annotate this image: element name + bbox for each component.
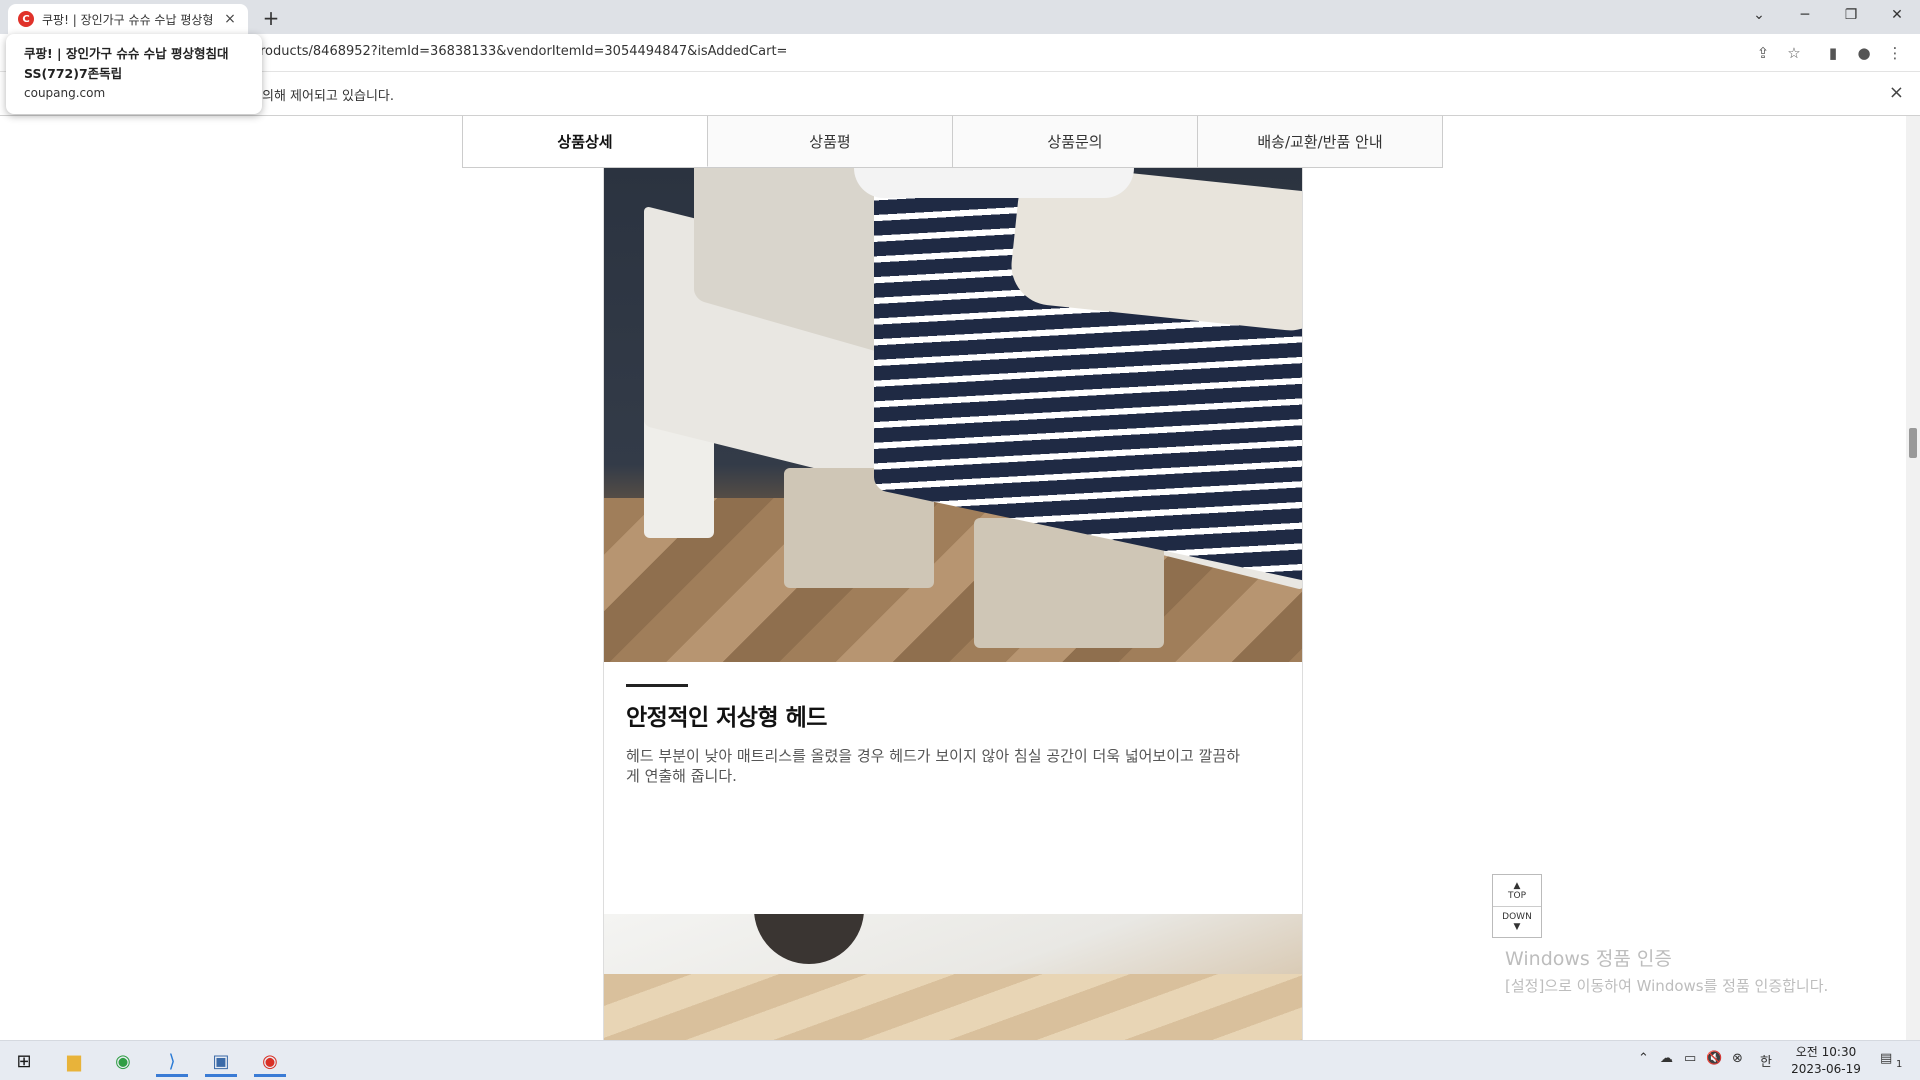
scroll-thumb[interactable] xyxy=(1909,428,1917,458)
windows-taskbar: ⊞ ▆ ◉ ⟩ ▣ ◉ ⌃ ☁ ▭ 🔇 ⊗ 한 오전 10:30 2023-06… xyxy=(0,1040,1920,1080)
coupang-favicon-icon: C xyxy=(18,11,34,27)
product-detail-content: 안정적인 저상형 헤드 헤드 부분이 낮아 매트리스를 올렸을 경우 헤드가 보… xyxy=(603,168,1303,1040)
floor-product-image xyxy=(604,914,1302,1040)
network-icon[interactable]: ▭ xyxy=(1684,1051,1696,1066)
tab-title: 쿠팡! | 장인가구 슈슈 수납 평상형 xyxy=(42,12,214,27)
tab-close-icon[interactable]: × xyxy=(222,11,238,27)
scroll-top-button[interactable]: ▲ TOP xyxy=(1493,875,1541,906)
scroll-down-button[interactable]: DOWN ▼ xyxy=(1493,906,1541,937)
section-description: 헤드 부분이 낮아 매트리스를 올렸을 경우 헤드가 보이지 않아 침실 공간이… xyxy=(626,747,1240,785)
infobar-close-icon[interactable]: × xyxy=(1889,82,1904,103)
minimize-button[interactable]: ─ xyxy=(1782,0,1828,30)
arrow-up-icon: ▲ xyxy=(1513,880,1521,891)
infobar-message: 의해 제어되고 있습니다. xyxy=(262,89,394,104)
notification-count: 1 xyxy=(1896,1059,1903,1070)
file-explorer-icon[interactable]: ▆ xyxy=(54,1045,94,1077)
browser-tab-strip: C 쿠팡! | 장인가구 슈슈 수납 평상형 × + ⌄ ─ ❐ ✕ xyxy=(0,0,1920,34)
close-window-button[interactable]: ✕ xyxy=(1874,0,1920,30)
system-clock[interactable]: 오전 10:30 2023-06-19 xyxy=(1790,1044,1862,1078)
app-window-icon[interactable]: ▣ xyxy=(201,1045,241,1077)
ime-indicator[interactable]: 한 xyxy=(1760,1051,1772,1070)
side-panel-icon[interactable]: ▮ xyxy=(1822,42,1844,64)
share-icon[interactable]: ⇪ xyxy=(1752,42,1774,64)
tab-shipping-returns[interactable]: 배송/교환/반품 안내 xyxy=(1198,116,1443,167)
section-divider xyxy=(626,684,688,687)
page-scrollbar[interactable] xyxy=(1906,116,1920,1040)
volume-muted-icon[interactable]: 🔇 xyxy=(1706,1051,1722,1066)
menu-icon[interactable]: ⋮ xyxy=(1884,42,1906,64)
onedrive-icon[interactable]: ☁ xyxy=(1660,1051,1673,1066)
browser-tab[interactable]: C 쿠팡! | 장인가구 슈슈 수납 평상형 × xyxy=(8,4,248,34)
tab-inquiries[interactable]: 상품문의 xyxy=(953,116,1198,167)
vscode-icon[interactable]: ⟩ xyxy=(152,1045,192,1077)
page-content: 상품상세 상품평 상품문의 배송/교환/반품 안내 안정적인 저상형 헤드 헤드… xyxy=(0,116,1906,1040)
scroll-top-down-widget: ▲ TOP DOWN ▼ xyxy=(1492,874,1542,938)
bookmark-star-icon[interactable]: ☆ xyxy=(1783,42,1805,64)
url-field[interactable]: roducts/8468952?itemId=36838133&vendorIt… xyxy=(260,44,787,59)
windows-activation-watermark: Windows 정품 인증 [설정]으로 이동하여 Windows를 정품 인증… xyxy=(1505,948,1829,995)
tab-product-detail[interactable]: 상품상세 xyxy=(463,116,708,167)
hovercard-domain: coupang.com xyxy=(24,86,106,100)
tab-reviews[interactable]: 상품평 xyxy=(708,116,953,167)
hovercard-title: 쿠팡! | 장인가구 슈슈 수납 평상형침대 SS(772)7존독립 xyxy=(24,46,229,81)
section-headline: 안정적인 저상형 헤드 xyxy=(626,705,827,731)
profile-icon[interactable]: ● xyxy=(1853,42,1875,64)
start-windows-icon[interactable]: ⊞ xyxy=(4,1045,44,1077)
product-detail-tabs: 상품상세 상품평 상품문의 배송/교환/반품 안내 xyxy=(462,116,1443,168)
arrow-down-icon: ▼ xyxy=(1513,922,1521,932)
address-bar-row: roducts/8468952?itemId=36838133&vendorIt… xyxy=(0,34,1920,72)
chrome-icon[interactable]: ◉ xyxy=(103,1045,143,1077)
notification-icon[interactable]: ▤ xyxy=(1880,1051,1892,1066)
tray-chevron-icon[interactable]: ⌃ xyxy=(1638,1051,1649,1066)
bed-product-image xyxy=(604,168,1302,662)
new-tab-button[interactable]: + xyxy=(258,5,284,31)
tab-search-icon[interactable]: ⌄ xyxy=(1736,0,1782,30)
cancel-circle-icon[interactable]: ⊗ xyxy=(1732,1051,1743,1066)
restore-button[interactable]: ❐ xyxy=(1828,0,1874,30)
chrome-active-icon[interactable]: ◉ xyxy=(250,1045,290,1077)
tab-hover-card: 쿠팡! | 장인가구 슈슈 수납 평상형침대 SS(772)7존독립 coupa… xyxy=(6,34,262,114)
automation-infobar: 의해 제어되고 있습니다. × xyxy=(0,73,1920,116)
